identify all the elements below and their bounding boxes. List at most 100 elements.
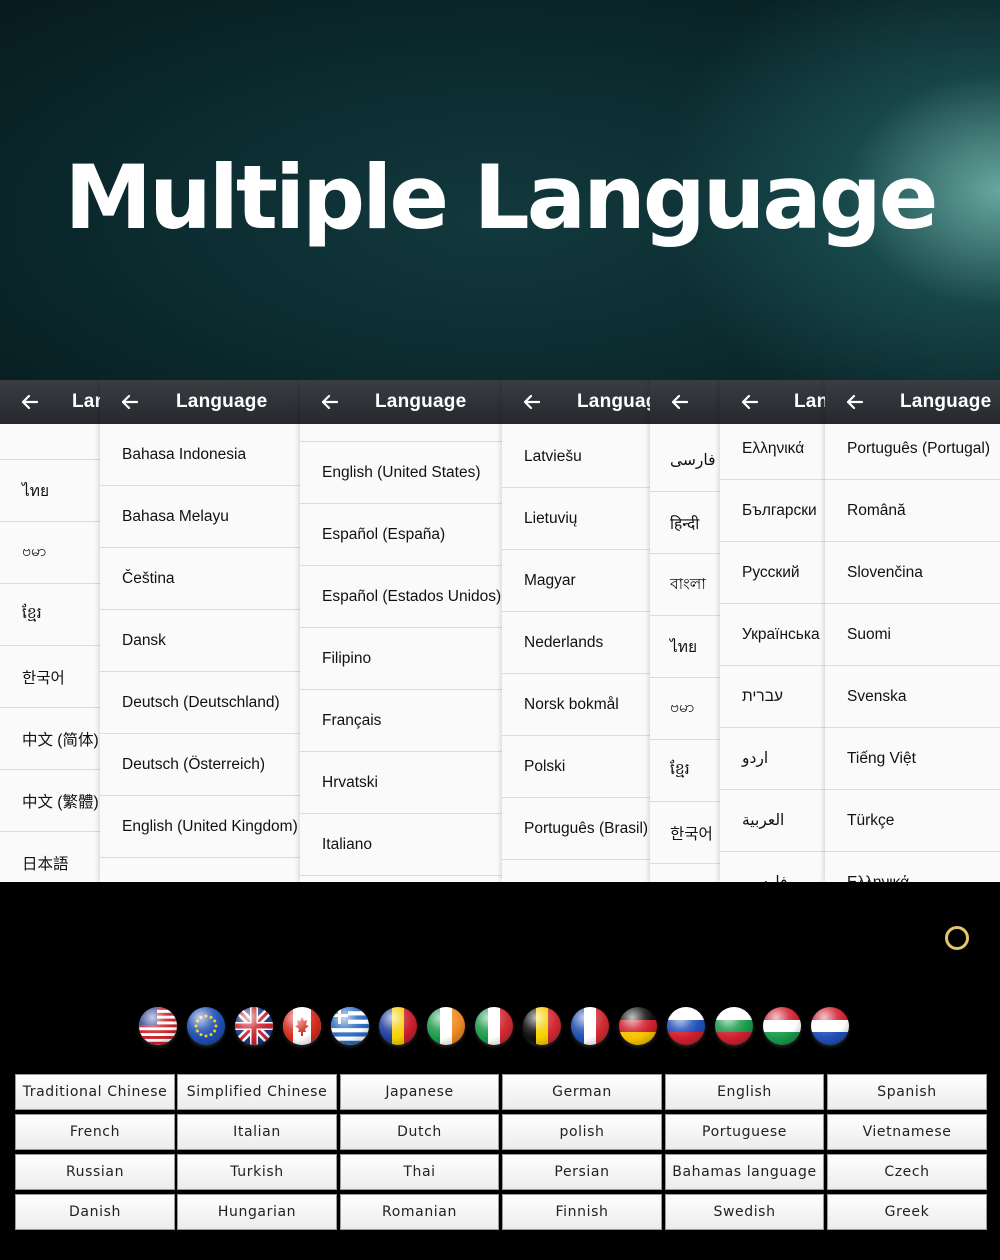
language-panel-e-i: Language English (United States) Español (… — [300, 380, 502, 882]
language-option[interactable]: Dansk — [100, 610, 300, 672]
language-option[interactable]: Magyar — [502, 550, 650, 612]
language-option[interactable]: Ελληνικά — [720, 418, 825, 480]
language-label: French — [15, 1114, 175, 1150]
language-option[interactable]: Español (Estados Unidos) — [300, 566, 502, 628]
language-option[interactable]: English (United States) — [300, 442, 502, 504]
language-option[interactable]: Nederlands — [502, 612, 650, 674]
language-option[interactable]: 한국어 — [650, 802, 720, 864]
back-arrow-icon[interactable] — [120, 394, 142, 410]
back-arrow-icon[interactable] — [670, 394, 692, 410]
hero-title: Multiple Language — [64, 146, 939, 249]
germany-flag-icon — [619, 1007, 657, 1045]
language-option[interactable]: ខ្មែរ — [650, 740, 720, 802]
hungary-flag-icon — [763, 1007, 801, 1045]
app-bar: Language — [100, 380, 300, 424]
uk-flag-icon — [235, 1007, 273, 1045]
language-option[interactable]: Filipino — [300, 628, 502, 690]
language-option[interactable]: ไทย — [650, 616, 720, 678]
eu-flag-icon — [187, 1007, 225, 1045]
ireland-flag-icon — [427, 1007, 465, 1045]
back-arrow-icon[interactable] — [522, 394, 544, 410]
language-label: polish — [502, 1114, 662, 1150]
language-option[interactable]: Ελληνικά — [825, 852, 1000, 883]
language-option[interactable]: العربية — [720, 790, 825, 852]
language-option[interactable]: Português (Brasil) — [502, 798, 650, 860]
language-option[interactable]: Hrvatski — [300, 752, 502, 814]
usa-flag-icon — [139, 1007, 177, 1045]
language-option[interactable]: Română — [825, 480, 1000, 542]
screen-title: Language — [900, 391, 992, 412]
language-option[interactable]: Deutsch (Österreich) — [100, 734, 300, 796]
language-option[interactable]: Suomi — [825, 604, 1000, 666]
app-bar: Language — [502, 380, 650, 424]
language-option[interactable]: Bahasa Melayu — [100, 486, 300, 548]
language-option[interactable]: اردو — [720, 728, 825, 790]
language-option[interactable] — [300, 380, 502, 442]
language-option[interactable]: Čeština — [100, 548, 300, 610]
language-option[interactable]: 日本語 — [0, 832, 100, 882]
language-label: Turkish — [177, 1154, 337, 1190]
language-label: Czech — [827, 1154, 987, 1190]
language-option[interactable]: Українська — [720, 604, 825, 666]
language-option[interactable]: বাংলা — [650, 554, 720, 616]
language-option[interactable]: فارسی — [650, 430, 720, 492]
greece-flag-icon — [331, 1007, 369, 1045]
language-label: Danish — [15, 1194, 175, 1230]
language-option[interactable]: हिन्दी — [650, 492, 720, 554]
language-label: Italian — [177, 1114, 337, 1150]
belgium-flag-icon — [523, 1007, 561, 1045]
language-panel-b-e: Language Bahasa Indonesia Bahasa Melayu Češ… — [100, 380, 300, 882]
language-label: Japanese — [340, 1074, 499, 1110]
language-label: Russian — [15, 1154, 175, 1190]
language-option[interactable]: Italiano — [300, 814, 502, 876]
language-option[interactable]: Български — [720, 480, 825, 542]
language-option[interactable]: 한국어 — [0, 646, 100, 708]
app-bar — [650, 380, 720, 424]
language-option[interactable]: Tiếng Việt — [825, 728, 1000, 790]
language-label: Greek — [827, 1194, 987, 1230]
language-option[interactable]: Русский — [720, 542, 825, 604]
language-option[interactable]: Latviešu — [502, 426, 650, 488]
back-arrow-icon[interactable] — [740, 394, 762, 410]
language-option[interactable] — [0, 398, 100, 460]
language-option[interactable]: עברית — [720, 666, 825, 728]
back-arrow-icon[interactable] — [845, 394, 867, 410]
screen-title: Language — [794, 391, 825, 412]
language-option[interactable]: Polski — [502, 736, 650, 798]
flag-row — [139, 1007, 849, 1045]
language-option[interactable]: ไทย — [0, 460, 100, 522]
language-label: Spanish — [827, 1074, 987, 1110]
language-option[interactable]: Svenska — [825, 666, 1000, 728]
language-option[interactable]: Bahasa Indonesia — [100, 424, 300, 486]
language-option[interactable]: Deutsch (Deutschland) — [100, 672, 300, 734]
language-option[interactable]: Türkçe — [825, 790, 1000, 852]
language-option[interactable]: Norsk bokmål — [502, 674, 650, 736]
language-option[interactable]: ဗမာ — [0, 522, 100, 584]
romania-flag-icon — [379, 1007, 417, 1045]
screen-title: Language — [176, 391, 268, 412]
language-label: German — [502, 1074, 662, 1110]
language-option[interactable] — [100, 858, 300, 882]
language-option[interactable]: Slovenčina — [825, 542, 1000, 604]
language-label: Simplified Chinese — [177, 1074, 337, 1110]
language-option[interactable]: Português (Portugal) — [825, 418, 1000, 480]
france-flag-icon — [571, 1007, 609, 1045]
language-option[interactable]: ខ្មែរ — [0, 584, 100, 646]
language-label: Swedish — [665, 1194, 824, 1230]
language-panel-l-p: Language LatviešuLietuviųMagyarNederlands… — [502, 380, 650, 882]
language-panel-p-t: Language Português (Portugal) Română Sloven… — [825, 380, 1000, 882]
language-label: Dutch — [340, 1114, 499, 1150]
language-option[interactable]: ဗမာ — [650, 678, 720, 740]
russia-flag-icon — [667, 1007, 705, 1045]
language-option[interactable]: Français — [300, 690, 502, 752]
language-option[interactable]: 中文 (繁體) — [0, 770, 100, 832]
language-option[interactable]: 中文 (简体) — [0, 708, 100, 770]
language-option[interactable]: English (United Kingdom) — [100, 796, 300, 858]
language-panel-cyrillic: Language ΕλληνικάБългарскиРусскийУкраїнсь… — [720, 380, 825, 882]
language-option[interactable]: فارسی — [720, 852, 825, 882]
language-option[interactable]: Español (España) — [300, 504, 502, 566]
language-label: Traditional Chinese — [15, 1074, 175, 1110]
language-option[interactable]: Lietuvių — [502, 488, 650, 550]
language-label: Portuguese — [665, 1114, 824, 1150]
language-label: Vietnamese — [827, 1114, 987, 1150]
